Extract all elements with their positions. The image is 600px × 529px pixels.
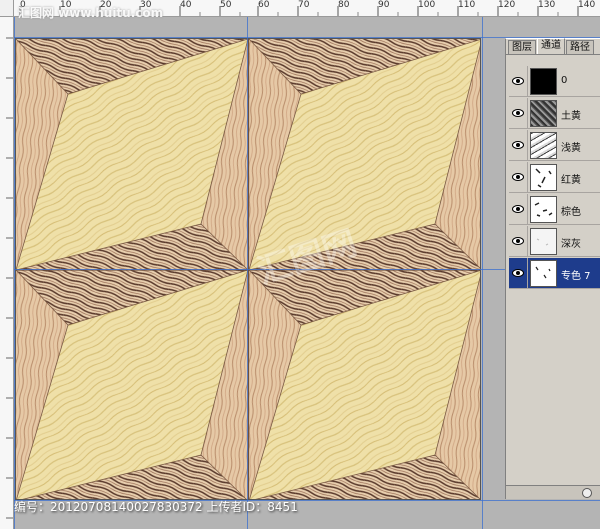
- ruler-label: 90: [378, 0, 390, 10]
- ruler-label: 130: [538, 0, 556, 10]
- eye-icon: [512, 77, 524, 85]
- eye-icon: [512, 237, 524, 245]
- channel-name: 红黄: [561, 175, 581, 186]
- tab-paths[interactable]: 路径: [566, 40, 594, 54]
- channel-name: 土黄: [561, 111, 581, 122]
- channel-name: 深灰: [561, 239, 581, 250]
- visibility-toggle[interactable]: [509, 66, 528, 97]
- eye-icon: [512, 109, 524, 117]
- channel-thumbnail: [530, 100, 557, 127]
- parquet-tile: [248, 269, 480, 499]
- panel-footer: [506, 485, 600, 499]
- tab-layers[interactable]: 图层: [508, 40, 536, 54]
- channel-name: 浅黄: [561, 143, 581, 154]
- channel-name: 棕色: [561, 207, 581, 218]
- channel-thumbnail: [530, 196, 557, 223]
- ruler-label: 80: [338, 0, 350, 10]
- parquet-tile: [16, 39, 249, 271]
- ruler-label: 120: [498, 0, 516, 10]
- ruler-label: 100: [418, 0, 436, 10]
- channels-panel: 图层 通道 路径 0 土黄 浅黄 红黄 棕色 深灰 专色 7: [505, 38, 600, 499]
- guide-line[interactable]: [14, 17, 15, 529]
- visibility-toggle[interactable]: [509, 162, 528, 193]
- parquet-tile: [16, 269, 249, 499]
- ruler-label: 50: [220, 0, 232, 10]
- visibility-toggle[interactable]: [509, 194, 528, 225]
- ruler-label: 110: [458, 0, 476, 10]
- channel-row-4[interactable]: 棕色: [509, 194, 600, 225]
- watermark-site: 汇图网 www.huitu.com: [18, 6, 164, 20]
- channel-row-0[interactable]: 0: [509, 66, 600, 97]
- ruler-label: 40: [180, 0, 192, 10]
- ruler-label: 140: [578, 0, 596, 10]
- visibility-toggle[interactable]: [509, 98, 528, 129]
- ruler-left-ticks: [6, 37, 13, 519]
- panel-tabs: 图层 通道 路径: [506, 38, 600, 55]
- channel-row-2[interactable]: 浅黄: [509, 130, 600, 161]
- vertical-ruler: [0, 17, 14, 529]
- eye-icon: [512, 173, 524, 181]
- tab-channels[interactable]: 通道: [537, 38, 565, 54]
- channel-thumbnail: [530, 132, 557, 159]
- channel-name: 专色 7: [561, 271, 591, 282]
- guide-line[interactable]: [482, 17, 483, 529]
- eye-icon: [512, 205, 524, 213]
- guide-line[interactable]: [247, 17, 248, 529]
- watermark-footer: 编号：20120708140027830372 上传者ID：8451: [14, 500, 298, 514]
- eye-icon: [512, 141, 524, 149]
- channel-thumbnail: [530, 68, 557, 95]
- eye-icon: [512, 269, 524, 277]
- channel-row-3[interactable]: 红黄: [509, 162, 600, 193]
- panel-scroll-handle[interactable]: [582, 488, 592, 498]
- channel-thumbnail: [530, 260, 557, 287]
- channel-row-5[interactable]: 深灰: [509, 226, 600, 257]
- channel-thumbnail: [530, 228, 557, 255]
- ruler-label: 70: [298, 0, 310, 10]
- channel-row-1[interactable]: 土黄: [509, 98, 600, 129]
- ruler-label: 60: [258, 0, 270, 10]
- channel-thumbnail: [530, 164, 557, 191]
- visibility-toggle[interactable]: [509, 130, 528, 161]
- visibility-toggle[interactable]: [509, 226, 528, 257]
- channel-name: 0: [561, 75, 568, 86]
- ruler-corner: [0, 0, 14, 16]
- visibility-toggle[interactable]: [509, 258, 528, 289]
- channel-row-6[interactable]: 专色 7: [509, 258, 600, 289]
